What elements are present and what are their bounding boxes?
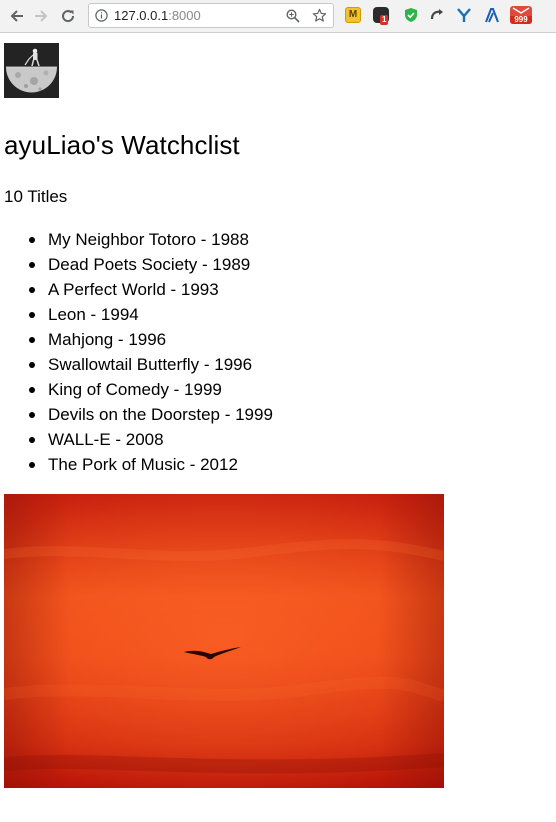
shield-icon <box>405 8 417 22</box>
mail-extension-icon[interactable]: 999 <box>510 6 532 24</box>
zoom-icon[interactable] <box>286 9 300 23</box>
shield-extension-icon[interactable] <box>403 7 419 23</box>
reload-button[interactable] <box>58 6 78 26</box>
bookmark-star-icon[interactable] <box>312 8 327 23</box>
movie-item: My Neighbor Totoro - 1988 <box>0 230 273 255</box>
movie-item: King of Comedy - 1999 <box>0 380 273 405</box>
lambda-extension-icon[interactable] <box>484 7 500 23</box>
y-icon <box>457 8 471 22</box>
y-extension-icon[interactable] <box>456 7 472 23</box>
lambda-icon <box>485 8 499 23</box>
mail-badge: 999 <box>510 16 532 24</box>
movie-item: WALL-E - 2008 <box>0 430 273 455</box>
movie-item: Swallowtail Butterfly - 1996 <box>0 355 273 380</box>
avatar <box>4 43 59 98</box>
browser-toolbar: 127.0.0.1:8000 M 1 999 <box>0 0 556 33</box>
movie-item: The Pork of Music - 2012 <box>0 455 273 480</box>
url-port: :8000 <box>168 8 201 23</box>
url-host: 127.0.0.1 <box>114 8 169 23</box>
m-extension-icon[interactable]: M <box>345 7 361 23</box>
moon-astronaut-image <box>4 43 59 98</box>
reload-icon <box>62 10 75 23</box>
sunset-bird-image <box>4 494 444 788</box>
info-icon[interactable] <box>95 9 108 22</box>
arrow-left-icon <box>10 10 23 22</box>
movie-item: Dead Poets Society - 1989 <box>0 255 273 280</box>
back-button[interactable] <box>7 6 27 26</box>
movie-item: Devils on the Doorstep - 1999 <box>0 405 273 430</box>
sunset-bird-illustration <box>4 494 444 788</box>
notification-badge: 1 <box>380 15 389 25</box>
page-title: ayuLiao's Watchclist <box>4 130 240 160</box>
arrow-extension-icon[interactable] <box>429 7 445 23</box>
arrow-right-icon <box>35 10 48 22</box>
title-count: 10 Titles <box>4 187 68 206</box>
movie-item: Mahjong - 1996 <box>0 330 273 355</box>
movie-item: A Perfect World - 1993 <box>0 280 273 305</box>
movie-list: My Neighbor Totoro - 1988 Dead Poets Soc… <box>0 230 273 480</box>
curved-arrow-icon <box>430 9 443 20</box>
forward-button[interactable] <box>31 6 51 26</box>
url-text[interactable]: 127.0.0.1:8000 <box>114 8 201 23</box>
movie-item: Leon - 1994 <box>0 305 273 330</box>
notification-extension-icon[interactable]: 1 <box>373 7 389 25</box>
m-extension-glyph: M <box>348 9 358 20</box>
address-bar[interactable]: 127.0.0.1:8000 <box>88 3 334 28</box>
